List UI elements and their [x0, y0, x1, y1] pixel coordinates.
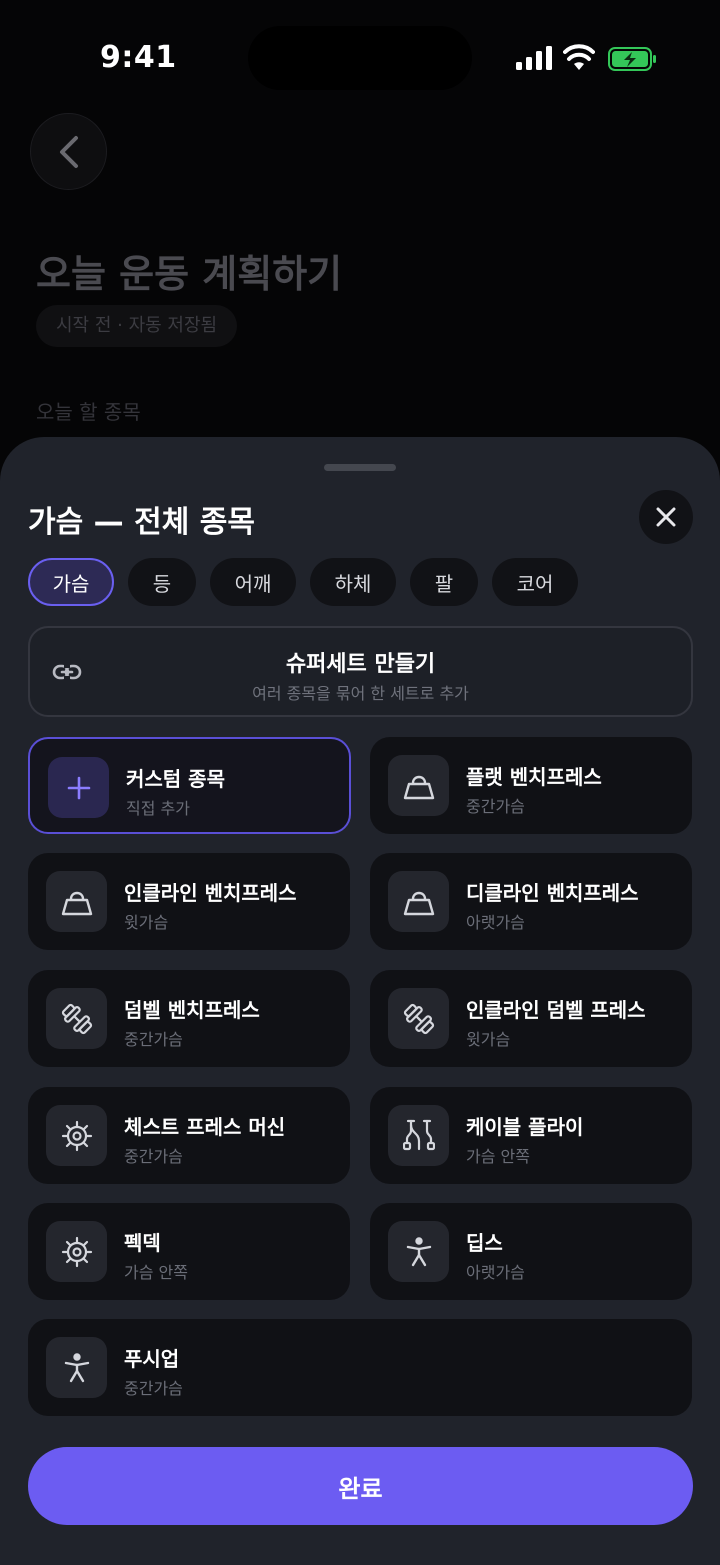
- exercise-card[interactable]: 플랫 벤치프레스 중간가슴: [370, 737, 692, 834]
- exercise-name: 플랫 벤치프레스: [466, 765, 602, 789]
- exercise-name: 딥스: [466, 1231, 503, 1255]
- gear-icon: [61, 1236, 92, 1267]
- exercise-icon-box: [388, 988, 449, 1049]
- sheet-title: 가슴 — 전체 종목: [28, 505, 255, 540]
- exercise-card[interactable]: 덤벨 벤치프레스 중간가슴: [28, 970, 350, 1067]
- person-icon: [64, 1352, 89, 1382]
- exercise-card[interactable]: 케이블 플라이 가슴 안쪽: [370, 1087, 692, 1184]
- exercise-target: 중간가슴: [124, 1379, 183, 1398]
- exercise-name: 케이블 플라이: [466, 1115, 584, 1139]
- exercise-name: 펙덱: [124, 1231, 161, 1255]
- exercise-card[interactable]: 푸시업 중간가슴: [28, 1319, 692, 1416]
- exercise-icon-box: [388, 755, 449, 816]
- exercise-target: 중간가슴: [124, 1147, 183, 1166]
- chevron-left-icon: [59, 135, 78, 168]
- muscle-group-tabs: 가슴 등 어깨 하체 팔 코어: [28, 558, 578, 606]
- exercise-icon-box: [388, 1221, 449, 1282]
- exercise-icon-box: [46, 1105, 107, 1166]
- background-page: 오늘 운동 계획하기 시작 전 · 자동 저장됨 오늘 할 종목: [0, 0, 720, 440]
- exercise-target: 윗가슴: [466, 1030, 511, 1049]
- close-icon: [656, 507, 676, 527]
- superset-title: 슈퍼세트 만들기: [285, 652, 436, 677]
- superset-subtitle: 여러 종목을 묶어 한 세트로 추가: [252, 684, 469, 703]
- exercise-card[interactable]: 인클라인 벤치프레스 윗가슴: [28, 853, 350, 950]
- plus-icon: [67, 776, 90, 799]
- exercise-card[interactable]: 딥스 아랫가슴: [370, 1203, 692, 1300]
- autosave-status-chip: 시작 전 · 자동 저장됨: [36, 305, 238, 347]
- section-label-today: 오늘 할 종목: [36, 400, 141, 424]
- exercise-card[interactable]: 디클라인 벤치프레스 아랫가슴: [370, 853, 692, 950]
- tab-legs[interactable]: 하체: [310, 558, 396, 606]
- exercise-target: 중간가슴: [124, 1030, 183, 1049]
- kettlebell-icon: [403, 891, 434, 915]
- exercise-target: 윗가슴: [124, 913, 169, 932]
- exercise-name: 푸시업: [124, 1347, 180, 1371]
- exercise-icon-box: [48, 757, 109, 818]
- tab-shoulders[interactable]: 어깨: [210, 558, 296, 606]
- exercise-target: 직접 추가: [126, 799, 190, 818]
- exercise-name: 디클라인 벤치프레스: [466, 881, 639, 905]
- tab-arms[interactable]: 팔: [410, 558, 478, 606]
- exercise-icon-box: [46, 1337, 107, 1398]
- exercise-name: 체스트 프레스 머신: [124, 1115, 286, 1139]
- person-icon: [406, 1236, 431, 1266]
- exercise-card-custom[interactable]: 커스텀 종목 직접 추가: [28, 737, 351, 834]
- exercise-icon-box: [388, 871, 449, 932]
- exercise-name: 덤벨 벤치프레스: [124, 998, 260, 1022]
- exercise-picker-sheet: 가슴 — 전체 종목 가슴 등 어깨 하체 팔 코어 슈퍼세트 만들기 여러 종…: [0, 437, 720, 1565]
- sheet-grabber[interactable]: [324, 464, 396, 471]
- close-button[interactable]: [639, 490, 693, 544]
- dumbbell-icon: [61, 1003, 92, 1034]
- tab-chest[interactable]: 가슴: [28, 558, 114, 606]
- exercise-name: 인클라인 벤치프레스: [124, 881, 297, 905]
- exercise-icon-box: [46, 871, 107, 932]
- exercise-card[interactable]: 인클라인 덤벨 프레스 윗가슴: [370, 970, 692, 1067]
- exercise-target: 아랫가슴: [466, 913, 525, 932]
- tab-core[interactable]: 코어: [492, 558, 578, 606]
- create-superset-button[interactable]: 슈퍼세트 만들기 여러 종목을 묶어 한 세트로 추가: [28, 626, 693, 717]
- exercise-name: 커스텀 종목: [126, 767, 225, 791]
- gear-icon: [61, 1120, 92, 1151]
- back-button[interactable]: [30, 113, 107, 190]
- exercise-target: 가슴 안쪽: [124, 1263, 188, 1282]
- tab-back[interactable]: 등: [128, 558, 196, 606]
- page-title: 오늘 운동 계획하기: [36, 252, 343, 296]
- kettlebell-icon: [403, 775, 434, 799]
- dumbbell-icon: [403, 1003, 434, 1034]
- kettlebell-icon: [61, 891, 92, 915]
- exercise-card[interactable]: 체스트 프레스 머신 중간가슴: [28, 1087, 350, 1184]
- exercise-card[interactable]: 펙덱 가슴 안쪽: [28, 1203, 350, 1300]
- exercise-target: 아랫가슴: [466, 1263, 525, 1282]
- exercise-icon-box: [388, 1105, 449, 1166]
- exercise-icon-box: [46, 1221, 107, 1282]
- exercise-name: 인클라인 덤벨 프레스: [466, 998, 646, 1022]
- exercise-icon-box: [46, 988, 107, 1049]
- cable-icon: [402, 1119, 435, 1150]
- exercise-target: 중간가슴: [466, 797, 525, 816]
- done-button[interactable]: 완료: [28, 1447, 693, 1525]
- exercise-target: 가슴 안쪽: [466, 1147, 530, 1166]
